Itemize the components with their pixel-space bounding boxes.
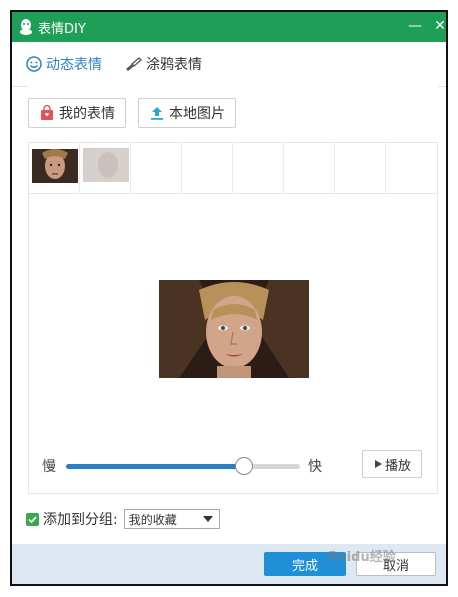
paintbrush-icon [126,57,142,71]
smiley-icon [26,56,42,72]
play-button[interactable]: 播放 [362,450,422,478]
minimize-button[interactable]: — [406,14,424,38]
frame-slot-8[interactable] [386,143,437,193]
upload-icon [151,107,163,120]
shopping-bag-icon [41,105,53,120]
speed-slider-handle[interactable] [234,457,253,475]
frame-slot-5[interactable] [233,143,284,193]
my-emoji-label: 我的表情 [59,106,115,122]
tab-doodle-label: 涂鸦表情 [146,57,202,73]
window-title: 表情DIY [38,22,86,37]
frame-slot-7[interactable] [335,143,386,193]
slow-label: 慢 [42,459,56,475]
group-select-value: 我的收藏 [128,512,177,527]
titlebar: 表情DIY — ✕ [12,12,446,42]
close-button[interactable]: ✕ [432,14,446,38]
checkmark-icon [28,515,37,523]
baidu-watermark: Baidu经验 [328,550,396,565]
frame-slot-4[interactable] [182,143,233,193]
preview-portrait-image [159,280,309,378]
frame-thumbnail-portrait [32,149,78,183]
frame-slot-6[interactable] [284,143,335,193]
group-select[interactable]: 我的收藏 [123,509,220,529]
my-emoji-button[interactable]: 我的表情 [28,98,126,128]
fast-label: 快 [308,459,322,475]
dropdown-arrow-icon [202,516,213,522]
speed-slider-track[interactable] [66,457,300,475]
emoji-diy-window: 表情DIY — ✕ 动态表情 涂鸦表情 我的表情 本地图片 慢 快 播放 添加到… [10,10,448,586]
local-image-label: 本地图片 [169,106,225,122]
speed-slider-row: 慢 快 播放 [28,450,438,480]
add-to-group-checkbox[interactable] [26,512,39,526]
preview-area [28,194,438,494]
frame-slot-1[interactable] [29,143,80,193]
frame-thumbnail-strip [28,142,438,194]
play-label: 播放 [384,458,411,474]
tab-bar: 动态表情 涂鸦表情 [12,42,446,87]
frame-thumbnail-faded [83,148,129,182]
speed-slider-fill [66,464,244,469]
frame-slot-2[interactable] [80,143,131,193]
add-to-group-label: 添加到分组: [43,512,118,528]
tab-doodle-emoji[interactable]: 涂鸦表情 [124,42,202,86]
qq-penguin-icon [20,19,32,35]
dynamic-emoji-panel: 我的表情 本地图片 慢 快 播放 [28,86,438,560]
tab-dynamic-emoji[interactable]: 动态表情 [26,42,102,86]
local-image-button[interactable]: 本地图片 [138,98,236,128]
tab-dynamic-label: 动态表情 [46,57,102,73]
play-icon [374,460,382,468]
add-to-group-row: 添加到分组: 我的收藏 [26,508,220,530]
frame-slot-3[interactable] [131,143,182,193]
